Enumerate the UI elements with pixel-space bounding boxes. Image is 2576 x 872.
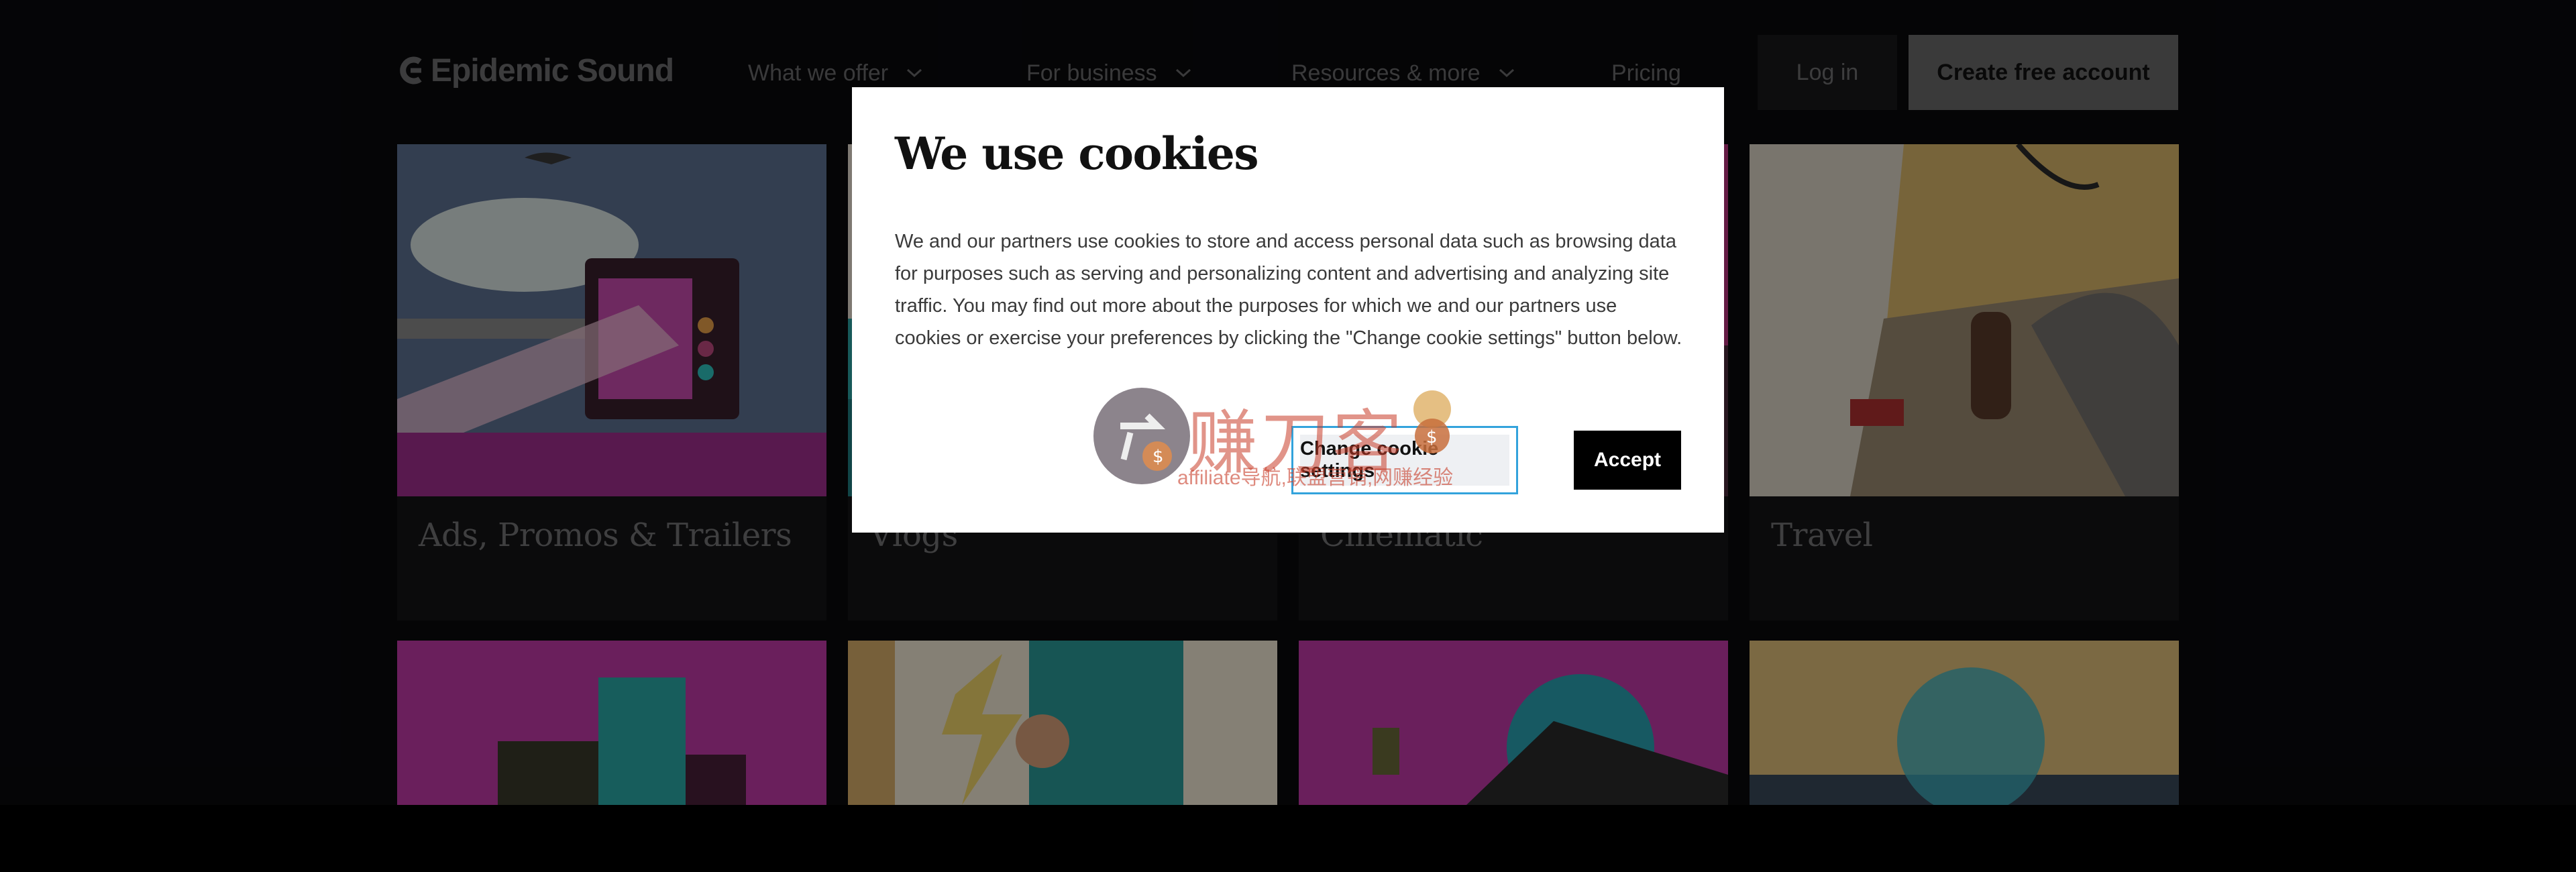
cookie-dialog-title: We use cookies: [895, 127, 1259, 180]
svg-text:$: $: [1152, 447, 1164, 467]
svg-text:$: $: [1426, 427, 1438, 447]
watermark-subtext: affiliate导航,联盟营销,网赚经验: [1177, 467, 1454, 489]
cookie-dialog-body: We and our partners use cookies to store…: [895, 231, 1682, 349]
accept-cookies-button[interactable]: Accept: [1574, 431, 1681, 490]
bottom-bar: [0, 805, 2576, 872]
page: Epidemic Sound What we offer For busines…: [0, 0, 2576, 805]
watermark: $ 赚刀客 affiliate导航,联盟营销,网赚经验 $: [1093, 386, 1483, 489]
coin-icon: $: [1413, 390, 1451, 453]
